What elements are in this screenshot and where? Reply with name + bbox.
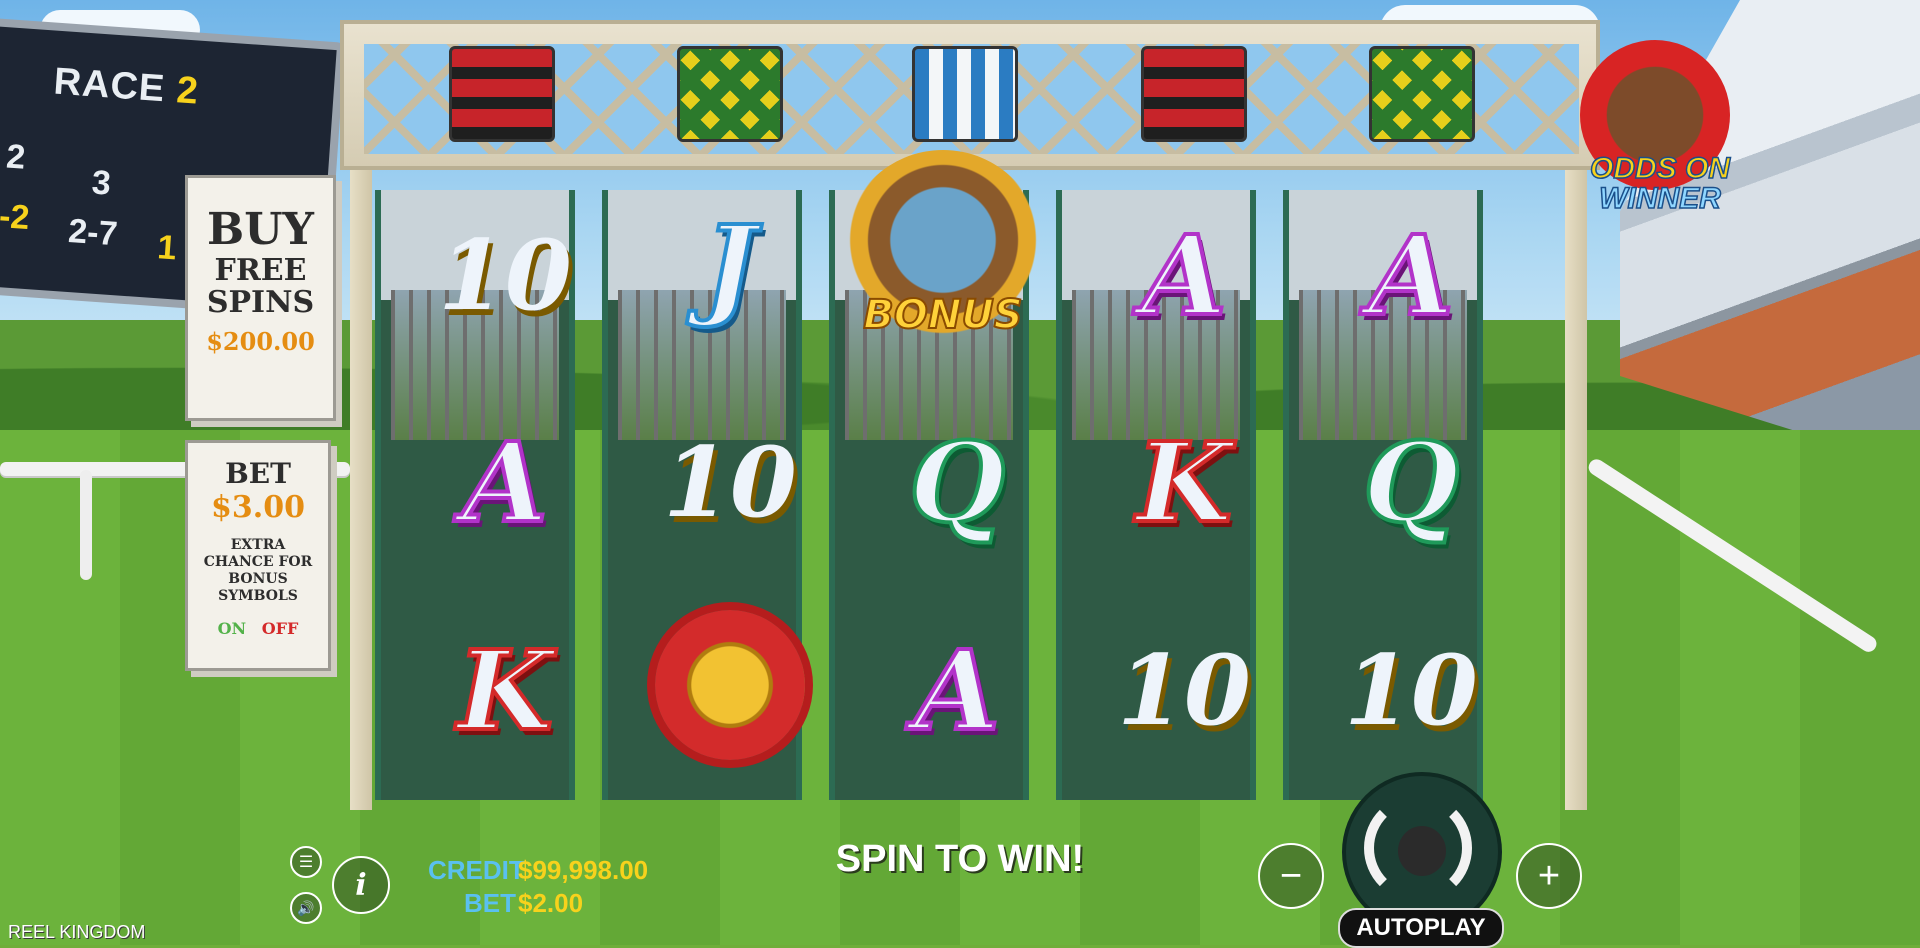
gorilla-king-icon — [1398, 826, 1446, 876]
jockey-silks-icon — [912, 46, 1018, 142]
gate-post — [1565, 170, 1587, 810]
info-button[interactable]: i — [332, 856, 390, 914]
reel-symbol-jack: J — [702, 199, 758, 332]
reel-symbol-rosette — [630, 595, 830, 775]
gate-top-frame — [340, 20, 1600, 170]
rosette-medal-icon — [655, 610, 805, 760]
reel-symbol-bonus: BONUS — [843, 150, 1043, 350]
brand-label: REEL KINGDOM — [8, 922, 146, 942]
spins-label: SPINS — [206, 285, 315, 320]
reel-symbol-ten: 10 — [663, 425, 797, 539]
bonus-label: BONUS — [862, 291, 1023, 339]
buy-price: $200.00 — [206, 327, 315, 356]
increase-bet-button[interactable]: + — [1516, 843, 1582, 909]
sound-icon[interactable]: 🔊 — [290, 892, 322, 924]
logo-line-1: ODDS ON — [1589, 151, 1731, 186]
credit-label: CREDIT — [428, 855, 525, 885]
reel-symbol-ten: 10 — [1344, 633, 1478, 747]
bet-label: BET — [464, 888, 516, 918]
free-label: FREE — [214, 253, 307, 288]
decrease-bet-button[interactable]: − — [1258, 843, 1324, 909]
desc-line: BONUS — [228, 571, 288, 587]
ante-bet-amount: $3.00 — [211, 490, 305, 525]
desc-line: CHANCE FOR — [203, 554, 313, 570]
logo-line-2: WINNER — [1598, 181, 1721, 216]
reel-symbol-queen: Q — [907, 416, 1007, 549]
reel-symbol-ten: 10 — [438, 218, 572, 332]
race-title: RACE 2 — [52, 61, 200, 114]
ante-on-button[interactable]: ON — [218, 619, 247, 638]
menu-icon[interactable]: ☰ — [290, 846, 322, 878]
ante-bet-panel: BET $3.00 EXTRA CHANCE FOR BONUS SYMBOLS… — [185, 440, 331, 671]
buy-free-spins-button[interactable]: BUY FREE SPINS $200.00 — [185, 175, 336, 421]
reel-symbol-ten: 10 — [1117, 633, 1251, 747]
race-word: RACE — [52, 60, 167, 111]
race-number: 2 — [175, 69, 201, 113]
reel-symbol-ace: A — [460, 416, 549, 549]
reel-symbol-king: K — [1134, 416, 1234, 549]
reel-symbol-queen: Q — [1361, 416, 1461, 549]
gate-post — [350, 170, 372, 810]
ante-bet-title: BET — [225, 457, 291, 490]
jockey-silks-icon — [677, 46, 783, 142]
rail-post — [80, 470, 92, 580]
reel-symbol-king: K — [455, 624, 555, 757]
scoreboard-odds: 1 — [156, 228, 178, 268]
status-message: SPIN TO WIN! — [835, 838, 1085, 880]
jockey-bonus-icon: BONUS — [843, 150, 1043, 350]
scoreboard-odds: 2-7 — [67, 211, 119, 254]
credit-value: $99,998.00 — [518, 855, 649, 885]
ante-off-button[interactable]: OFF — [262, 619, 299, 638]
jockey-silks-icon — [449, 46, 555, 142]
ante-bet-description: EXTRA CHANCE FOR BONUS SYMBOLS — [188, 537, 328, 605]
jockey-silks-icon — [1369, 46, 1475, 142]
ante-bet-toggle: ON OFF — [188, 619, 328, 638]
bet-value: $2.00 — [518, 888, 584, 918]
scoreboard-col-label: 3 — [90, 163, 113, 203]
jockey-silks-icon — [1141, 46, 1247, 142]
reel-symbol-ace: A — [912, 624, 1001, 757]
reel-symbol-ace: A — [1139, 209, 1228, 342]
buy-label: BUY — [207, 204, 314, 255]
desc-line: SYMBOLS — [218, 588, 298, 604]
starting-gate: 10 A K J 10 BONUS Q A A K 10 A Q 10 — [340, 20, 1600, 810]
scoreboard-col-label: 2 — [5, 137, 27, 177]
desc-line: EXTRA — [230, 537, 286, 553]
reel-symbol-ace: A — [1366, 209, 1455, 342]
game-logo: ODDS ON WINNER — [1540, 40, 1780, 230]
scoreboard-odds: -2 — [0, 197, 31, 238]
autoplay-button[interactable]: AUTOPLAY — [1338, 908, 1504, 948]
